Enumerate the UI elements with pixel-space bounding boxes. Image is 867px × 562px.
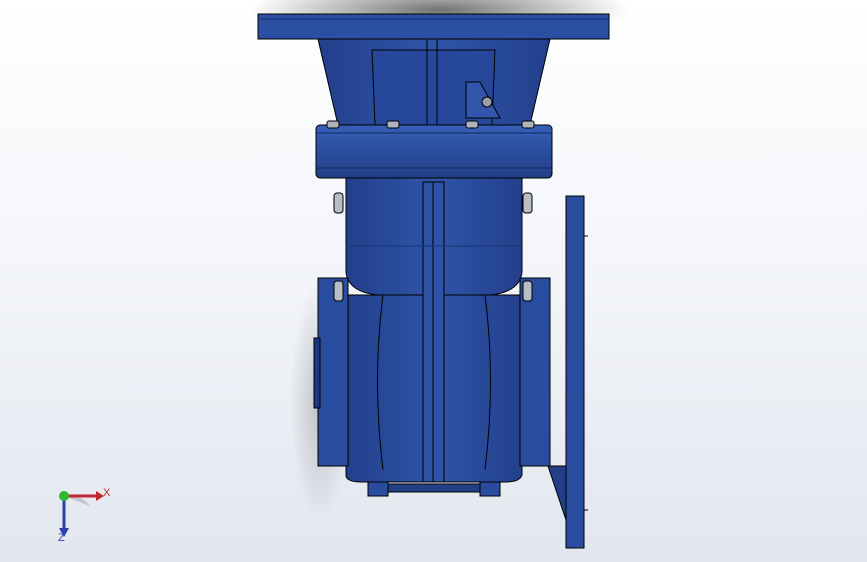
right-side-boss[interactable] <box>519 277 551 467</box>
top-mounting-plate[interactable] <box>257 13 610 40</box>
cad-viewport[interactable]: X Z <box>0 0 867 562</box>
output-flange-neck <box>547 465 567 521</box>
bottom-foot-left[interactable] <box>367 481 389 497</box>
bolt-icon <box>386 120 400 129</box>
left-side-boss[interactable] <box>317 277 349 467</box>
x-axis-label: X <box>103 487 111 499</box>
bolt-icon <box>333 192 344 214</box>
bolt-icon <box>522 280 533 302</box>
output-flange[interactable] <box>565 195 585 549</box>
bolt-icon <box>333 280 344 302</box>
bracket-bolt-icon <box>481 96 493 108</box>
bolt-icon <box>521 120 535 129</box>
bolt-icon <box>465 120 479 129</box>
bolt-icon <box>326 120 340 129</box>
z-axis-label: Z <box>58 532 65 544</box>
orientation-triad[interactable]: X Z <box>48 480 118 550</box>
bolt-icon <box>522 192 533 214</box>
gearbox-model[interactable] <box>0 0 867 562</box>
left-shaft-cap <box>313 337 321 409</box>
bottom-foot-right[interactable] <box>479 481 501 497</box>
y-axis-point-icon <box>59 491 69 501</box>
bottom-base <box>387 483 481 493</box>
